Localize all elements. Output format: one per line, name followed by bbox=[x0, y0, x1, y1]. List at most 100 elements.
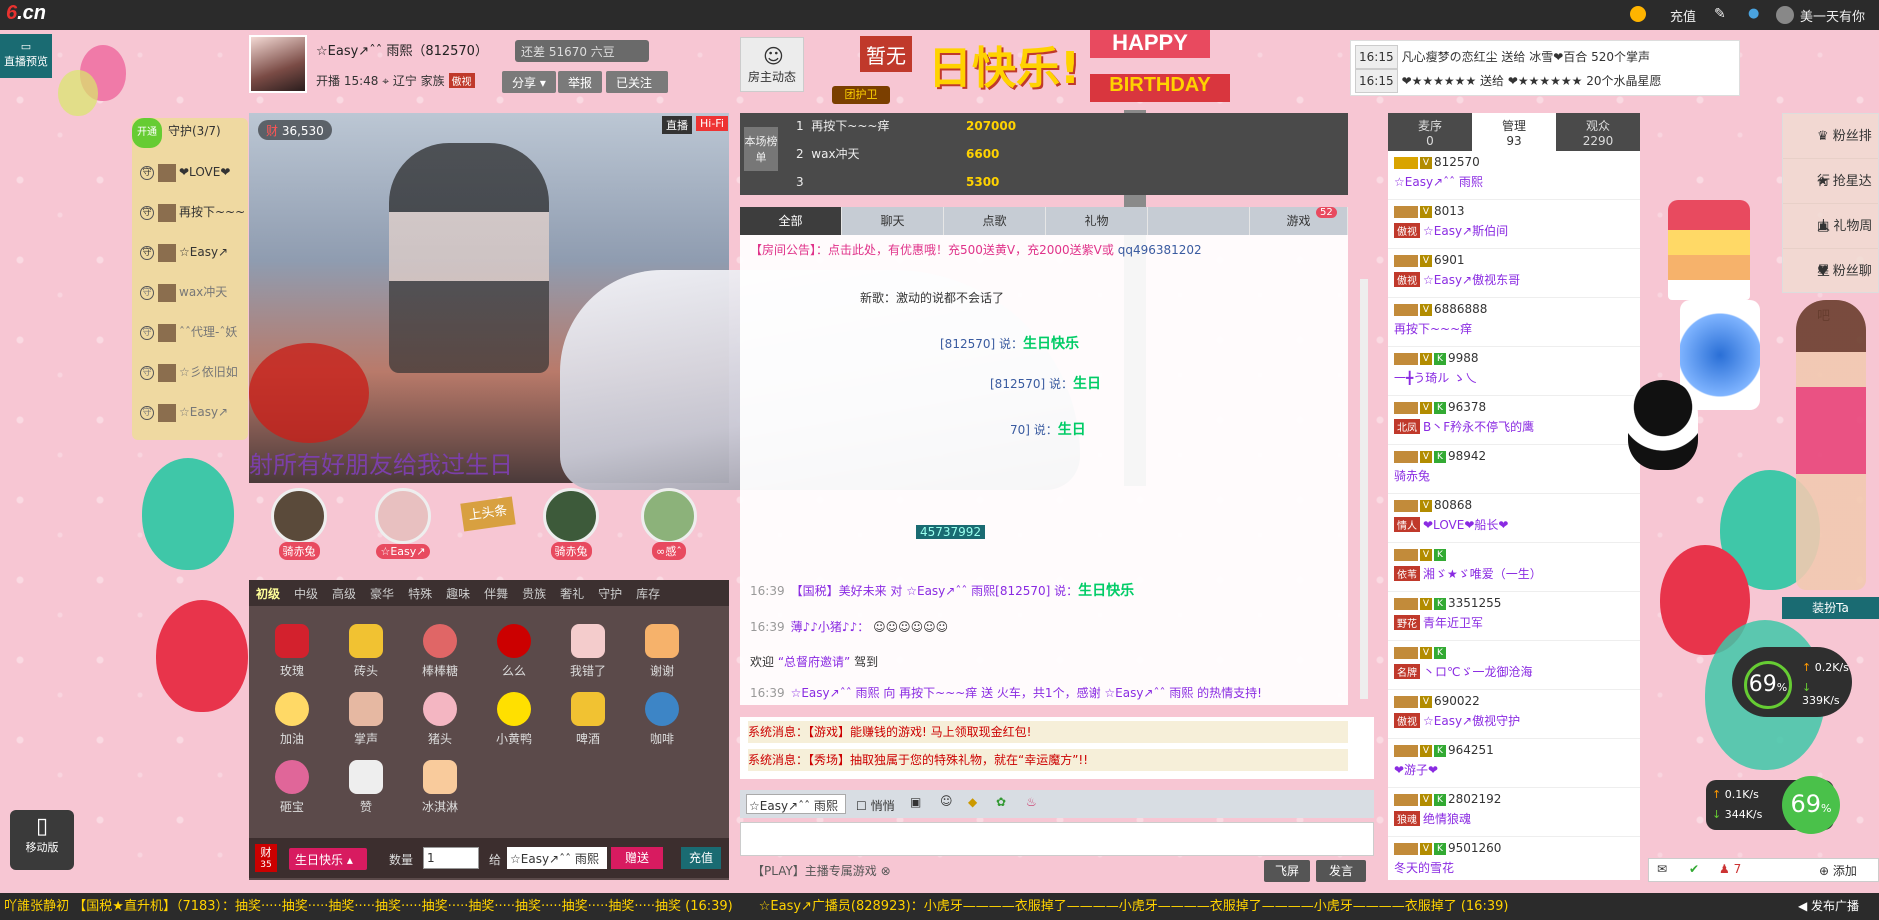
gift-tab[interactable]: 伴舞 bbox=[477, 580, 515, 607]
vip-emoji-icon[interactable]: ◆ bbox=[968, 795, 977, 809]
wealth-icon[interactable]: 财 35 bbox=[255, 844, 277, 872]
send-message-button[interactable]: 发言 bbox=[1316, 860, 1366, 882]
fan-rank-link[interactable]: ♛ 粉丝排行 bbox=[1783, 114, 1878, 189]
gift-tab[interactable]: 高级 bbox=[325, 580, 363, 607]
gift-tab[interactable]: 特殊 bbox=[401, 580, 439, 607]
gift-tab[interactable]: 豪华 bbox=[363, 580, 401, 607]
tab-mic-queue[interactable]: 麦序 0 bbox=[1388, 113, 1472, 151]
play-game-link[interactable]: 【PLAY】主播专属游戏 ⊗ bbox=[752, 862, 891, 879]
close-icon[interactable]: ⊗ bbox=[881, 864, 891, 878]
site-logo[interactable]: 6.cn bbox=[6, 2, 66, 28]
gift-tab[interactable]: 中级 bbox=[287, 580, 325, 607]
tab-blank[interactable] bbox=[1148, 207, 1250, 235]
fly-screen-button[interactable]: 飞屏 bbox=[1264, 860, 1310, 882]
tab-chat[interactable]: 聊天 bbox=[842, 207, 944, 235]
user-row[interactable]: V K 依苇 湘ゞ★ゞ唯爱（一生） bbox=[1388, 543, 1640, 592]
user-row[interactable]: V 80868 情人 ❤LOVE❤船长❤ bbox=[1388, 494, 1640, 543]
tab-gift[interactable]: 礼物 bbox=[1046, 207, 1148, 235]
gift-item[interactable]: 咖啡 bbox=[625, 686, 699, 754]
user-row[interactable]: V K 96378 北凤 B丶F矜永不停飞的鹰 bbox=[1388, 396, 1640, 445]
tab-all[interactable]: 全部 bbox=[740, 207, 842, 235]
edit-icon[interactable]: ✎ bbox=[1714, 6, 1726, 22]
mobile-version-button[interactable]: ▯ 移动版 bbox=[10, 810, 74, 870]
chat-input[interactable] bbox=[740, 822, 1374, 856]
recipient-select[interactable]: ☆Easy↗ˆˆ 雨熙 bbox=[507, 847, 607, 869]
system-message[interactable]: 系统消息：【游戏】能赚钱的游戏! 马上领取现金红包! bbox=[748, 721, 1348, 743]
gift-item[interactable]: 掌声 bbox=[329, 686, 403, 754]
add-button[interactable]: ⊕ 添加 bbox=[1819, 862, 1857, 879]
user-row[interactable]: V 812570 ☆Easy↗ˆˆ 雨熙 bbox=[1388, 151, 1640, 200]
chat-target-select[interactable]: ☆Easy↗ˆˆ 雨熙 bbox=[746, 794, 846, 814]
publish-broadcast-button[interactable]: ◀ 发布广播 bbox=[1778, 893, 1879, 920]
network-speed-widget-2[interactable]: ↑ 0.1K/s ↓ 344K/s 69% bbox=[1706, 776, 1840, 834]
image-icon[interactable]: ▣ bbox=[910, 795, 921, 809]
cake-icon[interactable]: ♨ bbox=[1026, 795, 1037, 809]
gift-item[interactable]: 猪头 bbox=[403, 686, 477, 754]
dress-up-button[interactable]: 装扮Ta bbox=[1782, 597, 1879, 619]
system-message[interactable]: 系统消息：【秀场】抽取独属于您的特殊礼物，就在“幸运魔方”!! bbox=[748, 749, 1348, 771]
guard-item[interactable]: 守 ☆Easy↗ bbox=[132, 392, 248, 432]
guard-item[interactable]: 守 ˆˆ代理-ˆ妖 bbox=[132, 312, 248, 352]
fan-item[interactable]: ☆Easy↗ bbox=[363, 488, 443, 559]
broadcast-ticker[interactable]: 吖誰张静初 【国税★直升机】（7183）：抽奖·····抽奖·····抽奖···… bbox=[0, 893, 1879, 920]
gift-tab[interactable]: 奢礼 bbox=[553, 580, 591, 607]
user-avatar[interactable] bbox=[1776, 6, 1794, 24]
user-row[interactable]: V K 名牌 丶ロ℃ゞ一龙御沧海 bbox=[1388, 641, 1640, 690]
gift-item[interactable]: 啤酒 bbox=[551, 686, 625, 754]
chat-scrollbar[interactable] bbox=[1360, 279, 1368, 699]
network-speed-widget[interactable]: 69% ↑ 0.2K/s ↓ 339K/s bbox=[1732, 647, 1852, 717]
recharge-button[interactable]: 充值 bbox=[681, 847, 721, 869]
quantity-input[interactable]: 1 bbox=[423, 847, 479, 869]
guard-item[interactable]: 守 再按下~~~ bbox=[132, 192, 248, 232]
guard-item[interactable]: 守 ❤LOVE❤ bbox=[132, 152, 248, 192]
qq-penguin-icon[interactable] bbox=[1628, 380, 1698, 470]
emoji-icon[interactable]: ☺ bbox=[940, 794, 953, 808]
fan-item[interactable]: 骑赤兔 bbox=[259, 488, 339, 560]
rank-row[interactable]: 2 wax冲天 6600 bbox=[796, 141, 1096, 167]
user-row[interactable]: V K 9501260 冬天的雪花 bbox=[1388, 837, 1640, 880]
family-tag[interactable]: 傲视 bbox=[448, 73, 475, 88]
user-row[interactable]: V 6886888 再按下~~~痒 bbox=[1388, 298, 1640, 347]
open-guard-button[interactable]: 开通 bbox=[132, 118, 162, 148]
guard-item[interactable]: 守 ☆Easy↗ bbox=[132, 232, 248, 272]
whisper-checkbox[interactable]: ☐ 悄悄 bbox=[856, 797, 895, 814]
gift-star-link[interactable]: ▣ 礼物周星 bbox=[1783, 204, 1878, 279]
gift-tab[interactable]: 初级 bbox=[249, 580, 287, 607]
tab-admin[interactable]: 管理 93 bbox=[1472, 113, 1556, 151]
gift-item[interactable]: 小黄鸭 bbox=[477, 686, 551, 754]
user-row[interactable]: V 8013 傲视 ☆Easy↗斯伯间 bbox=[1388, 200, 1640, 249]
mail-icon[interactable]: ✉ bbox=[1657, 862, 1667, 876]
rank-row[interactable]: 3 5300 bbox=[796, 169, 1096, 195]
gift-select[interactable]: 生日快乐 ▴ bbox=[289, 848, 367, 870]
user-row[interactable]: V K 2802192 狼魂 绝情狼魂 bbox=[1388, 788, 1640, 837]
gift-item[interactable]: 谢谢 bbox=[625, 618, 699, 686]
verify-icon[interactable]: ● bbox=[1748, 6, 1759, 21]
gift-item[interactable]: 么么 bbox=[477, 618, 551, 686]
user-row[interactable]: V K 3351255 野花 青年近卫军 bbox=[1388, 592, 1640, 641]
gift-tab[interactable]: 趣味 bbox=[439, 580, 477, 607]
gift-item[interactable]: 我错了 bbox=[551, 618, 625, 686]
tab-audience[interactable]: 观众 2290 bbox=[1556, 113, 1640, 151]
gift-item[interactable]: 砖头 bbox=[329, 618, 403, 686]
user-row[interactable]: V 6901 傲视 ☆Easy↗傲视东哥 bbox=[1388, 249, 1640, 298]
gift-item[interactable]: 加油 bbox=[255, 686, 329, 754]
hifi-tag[interactable]: Hi-Fi bbox=[696, 116, 728, 131]
user-row[interactable]: V K 9988 一╋う琦ル ゝ乀 bbox=[1388, 347, 1640, 396]
gift-tab[interactable]: 贵族 bbox=[515, 580, 553, 607]
gift-item[interactable]: 砸宝 bbox=[255, 754, 329, 822]
gift-item[interactable]: 玫瑰 bbox=[255, 618, 329, 686]
blue-rose-gift[interactable] bbox=[1680, 300, 1760, 410]
share-button[interactable]: 分享 ▾ bbox=[502, 71, 556, 93]
guard-item[interactable]: 守 ☆彡依旧如 bbox=[132, 352, 248, 392]
host-dynamics-button[interactable]: ☺ 房主动态 bbox=[740, 37, 804, 92]
live-preview-button[interactable]: ▭ 直播预览 bbox=[0, 34, 52, 78]
fan-item[interactable]: 骑赤兔 bbox=[531, 488, 611, 560]
room-notice[interactable]: 【房间公告】：点击此处，有优惠哦！充500送黄V，充2000送紫V或 qq496… bbox=[750, 241, 1202, 258]
sticker-icon[interactable]: ✿ bbox=[996, 795, 1006, 809]
gift-tab[interactable]: 库存 bbox=[629, 580, 667, 607]
tab-song[interactable]: 点歌 bbox=[944, 207, 1046, 235]
check-icon[interactable]: ✔ bbox=[1689, 862, 1699, 876]
gift-item[interactable]: 冰淇淋 bbox=[403, 754, 477, 822]
user-icon[interactable]: ♟ 7 bbox=[1719, 862, 1741, 876]
send-gift-button[interactable]: 赠送 bbox=[611, 847, 663, 869]
